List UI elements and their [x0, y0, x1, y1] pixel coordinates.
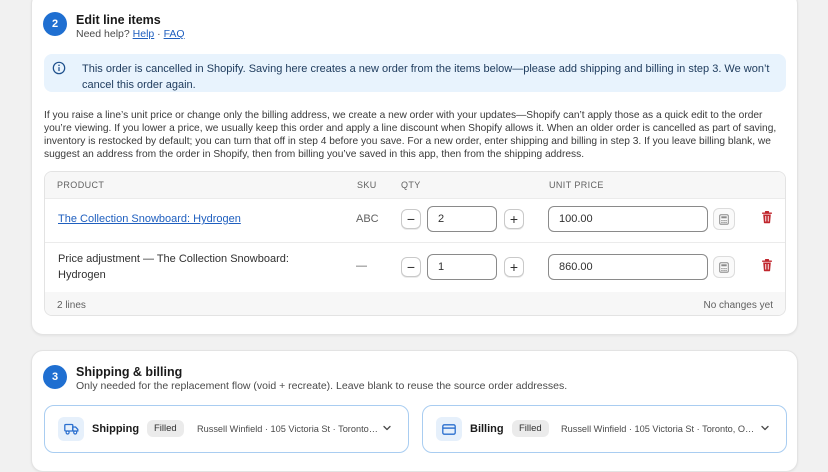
truck-icon — [63, 423, 78, 435]
help-link[interactable]: Help — [133, 28, 155, 40]
chevron-down-icon — [383, 425, 391, 431]
delete-line-trash-icon[interactable] — [760, 258, 774, 272]
qty-input[interactable] — [427, 206, 497, 232]
qty-decrement-button[interactable]: − — [401, 209, 421, 229]
banner-text: This order is cancelled in Shopify. Savi… — [82, 63, 770, 91]
sku-value: ABC — [356, 213, 379, 225]
qty-increment-button[interactable]: + — [504, 209, 524, 229]
line-count: 2 lines — [57, 300, 86, 311]
shipping-icon-box — [58, 417, 84, 441]
unit-price-input[interactable] — [548, 206, 708, 232]
edit-line-items-card: 2 Edit line items Need help? Help · FAQ … — [31, 0, 798, 335]
section-subtitle: Only needed for the replacement flow (vo… — [76, 380, 568, 392]
qty-decrement-button[interactable]: − — [401, 257, 421, 277]
help-separator: · — [157, 28, 161, 40]
product-name-line2: Hydrogen — [58, 269, 106, 281]
table-header: PRODUCT SKU QTY UNIT PRICE — [45, 172, 785, 199]
info-icon — [52, 61, 66, 75]
billing-icon-box — [436, 417, 462, 441]
faq-link[interactable]: FAQ — [164, 28, 185, 40]
table-row: The Collection Snowboard: Hydrogen ABC −… — [45, 198, 785, 243]
price-calculator-button[interactable] — [713, 256, 735, 278]
shipping-summary: Russell Winfield · 105 Victoria St · Tor… — [197, 424, 378, 434]
qty-input[interactable] — [427, 254, 497, 280]
product-link[interactable]: The Collection Snowboard: Hydrogen — [58, 213, 241, 225]
shipping-address-accordion[interactable]: Shipping Filled Russell Winfield · 105 V… — [44, 405, 409, 453]
price-calculator-button[interactable] — [713, 208, 735, 230]
header-qty: QTY — [401, 180, 421, 190]
header-sku: SKU — [357, 180, 377, 190]
qty-increment-button[interactable]: + — [504, 257, 524, 277]
billing-status-badge: Filled — [512, 420, 549, 437]
header-product: PRODUCT — [57, 180, 105, 190]
shipping-billing-card: 3 Shipping & billing Only needed for the… — [31, 350, 798, 472]
calculator-icon — [719, 213, 729, 225]
step-3-badge: 3 — [43, 365, 67, 389]
credit-card-icon — [442, 423, 456, 435]
table-footer: 2 lines No changes yet — [45, 292, 785, 315]
line-items-table: PRODUCT SKU QTY UNIT PRICE The Collectio… — [44, 171, 786, 316]
unit-price-input[interactable] — [548, 254, 708, 280]
change-status: No changes yet — [703, 300, 774, 311]
product-name: Price adjustment — The Collection Snowbo… — [58, 251, 289, 283]
delete-line-trash-icon[interactable] — [760, 210, 774, 224]
step-2-badge: 2 — [43, 12, 67, 36]
billing-title: Billing — [470, 423, 504, 435]
product-name-line1: Price adjustment — The Collection Snowbo… — [58, 253, 289, 265]
billing-summary: Russell Winfield · 105 Victoria St · Tor… — [561, 424, 755, 434]
cancelled-order-banner: This order is cancelled in Shopify. Savi… — [44, 54, 786, 92]
header-unit-price: UNIT PRICE — [549, 180, 604, 190]
shipping-status-badge: Filled — [147, 420, 184, 437]
billing-address-accordion[interactable]: Billing Filled Russell Winfield · 105 Vi… — [422, 405, 787, 453]
help-prefix: Need help? — [76, 28, 130, 40]
table-row: Price adjustment — The Collection Snowbo… — [45, 242, 785, 293]
explanation-paragraph: If you raise a line’s unit price or chan… — [44, 110, 777, 161]
sku-value: — — [356, 260, 367, 272]
section-title: Shipping & billing — [76, 365, 183, 379]
calculator-icon — [719, 261, 729, 273]
section-title: Edit line items — [76, 13, 161, 27]
chevron-down-icon — [761, 425, 769, 431]
shipping-title: Shipping — [92, 423, 140, 435]
help-line: Need help? Help · FAQ — [76, 28, 185, 40]
